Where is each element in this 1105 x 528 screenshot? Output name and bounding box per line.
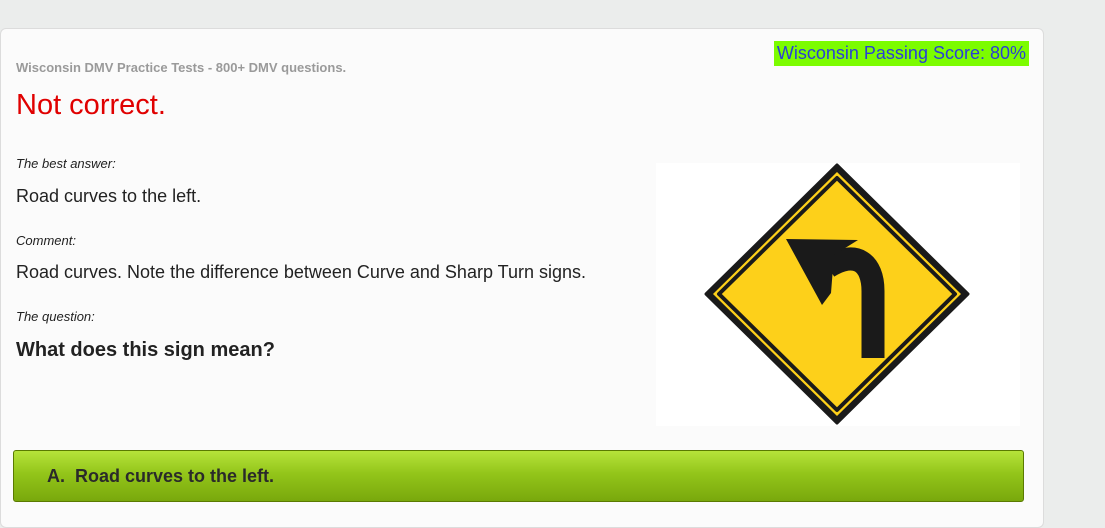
best-answer-label: The best answer: (16, 156, 116, 171)
question-label: The question: (16, 309, 95, 324)
question-text: What does this sign mean? (16, 339, 275, 361)
comment-label: Comment: (16, 233, 76, 248)
answer-text: Road curves to the left. (75, 466, 275, 486)
road-sign-image (656, 163, 1020, 426)
passing-score-badge: Wisconsin Passing Score: 80% (773, 41, 1029, 66)
result-verdict: Not correct. (16, 89, 166, 121)
best-answer-text: Road curves to the left. (16, 186, 202, 206)
question-result-card: Wisconsin Passing Score: 80% Wisconsin D… (0, 28, 1044, 528)
curve-left-sign-icon (704, 163, 970, 425)
answer-option-a[interactable]: A. Road curves to the left. (13, 450, 1024, 502)
comment-text: Road curves. Note the difference between… (16, 262, 586, 282)
answer-letter: A. (47, 466, 65, 486)
site-title: Wisconsin DMV Practice Tests - 800+ DMV … (16, 60, 347, 75)
